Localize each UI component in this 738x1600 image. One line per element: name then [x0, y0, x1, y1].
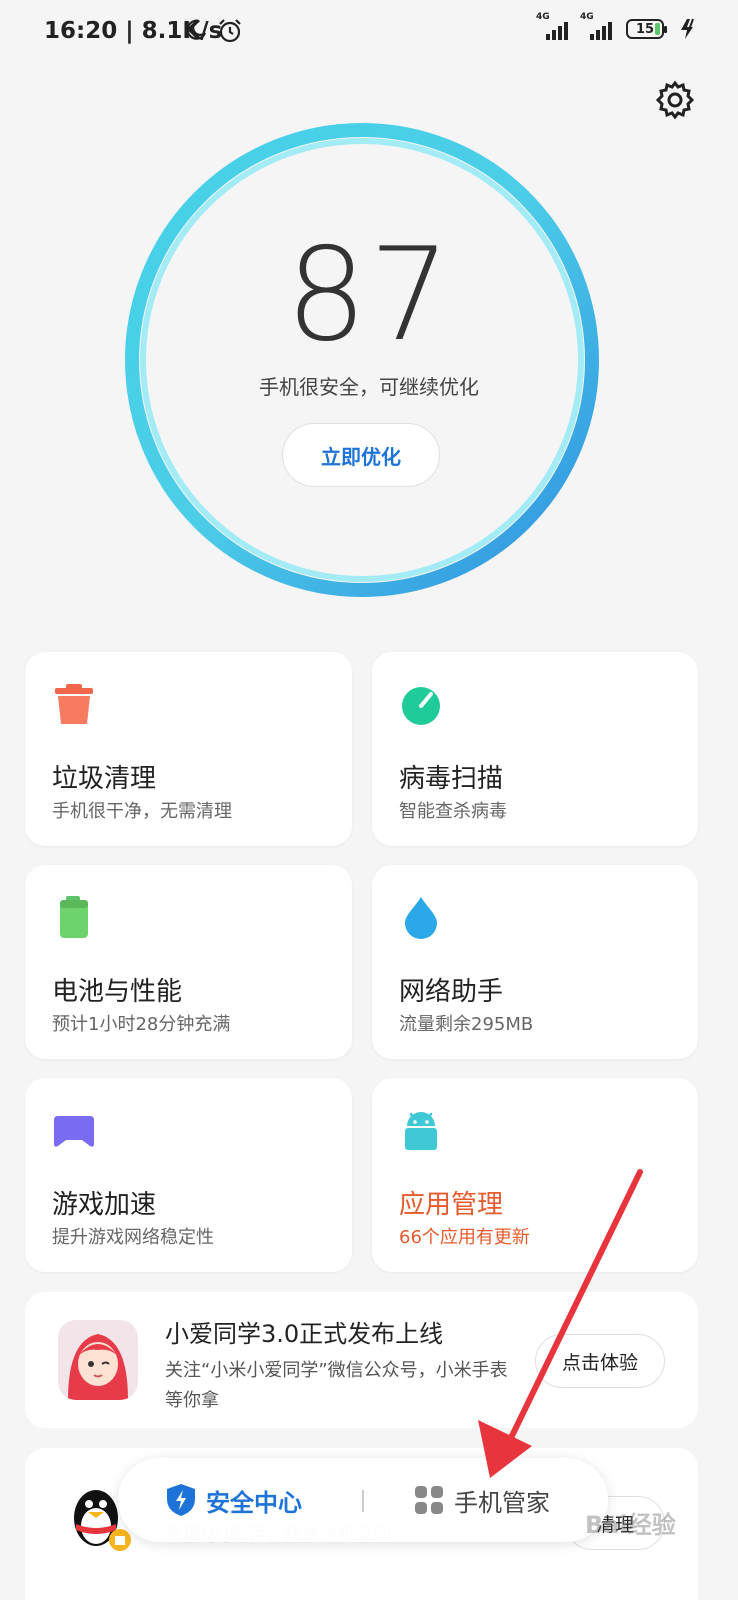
card-subtitle: 预计1小时28分钟充满	[52, 1014, 231, 1035]
tab-label: 安全中心	[206, 1488, 302, 1517]
card-title: 游戏加速	[52, 1190, 157, 1220]
card-title: 垃圾清理	[52, 764, 157, 794]
card-app-management[interactable]: 应用管理 66个应用有更新	[372, 1078, 698, 1272]
moon-icon	[186, 19, 207, 40]
xiaoai-avatar	[58, 1320, 138, 1400]
grid-apps-icon	[415, 1486, 443, 1514]
battery-icon	[60, 896, 88, 938]
shield-icon	[167, 1484, 195, 1516]
card-subtitle: 66个应用有更新	[399, 1227, 530, 1248]
promo-description: 关注“小米小爱同学”微信公众号，小米手表等你拿	[165, 1360, 508, 1411]
tab-label: 手机管家	[454, 1488, 550, 1517]
droplet-icon	[405, 897, 437, 939]
card-subtitle: 流量剩余295MB	[399, 1014, 534, 1035]
card-title: 网络助手	[399, 977, 504, 1007]
tab-security-center[interactable]: 安全中心	[166, 1458, 302, 1542]
signal-sim2-icon: 4G	[580, 12, 612, 40]
card-network-assistant[interactable]: 网络助手 流量剩余295MB	[372, 865, 698, 1059]
card-title: 应用管理	[399, 1190, 504, 1220]
score-subtitle: 手机很安全，可继续优化	[259, 375, 479, 399]
promo-title: 小爱同学3.0正式发布上线	[165, 1320, 444, 1348]
card-subtitle: 提升游戏网络稳定性	[52, 1227, 214, 1248]
card-title: 电池与性能	[52, 977, 183, 1007]
bottom-tab-bar: 安全中心 手机管家	[118, 1458, 608, 1542]
security-score: 87	[285, 221, 453, 370]
gamepad-icon	[54, 1116, 94, 1147]
card-virus-scan[interactable]: 病毒扫描 智能查杀病毒	[372, 652, 698, 846]
try-now-button[interactable]: 点击体验	[535, 1334, 665, 1388]
card-subtitle: 智能查杀病毒	[399, 801, 507, 822]
divider	[362, 1490, 364, 1512]
card-game-boost[interactable]: 游戏加速 提升游戏网络稳定性	[25, 1078, 352, 1272]
scan-icon	[402, 687, 440, 725]
settings-gear-icon[interactable]	[655, 80, 695, 120]
optimize-now-button[interactable]: 立即优化	[282, 423, 440, 487]
watermark: Bai经验	[585, 1511, 676, 1539]
card-battery-performance[interactable]: 电池与性能 预计1小时28分钟充满	[25, 865, 352, 1059]
alarm-icon	[219, 19, 241, 43]
card-title: 病毒扫描	[399, 764, 504, 794]
card-subtitle: 手机很干净，无需清理	[52, 801, 232, 822]
card-junk-cleanup[interactable]: 垃圾清理 手机很干净，无需清理	[25, 652, 352, 846]
signal-sim1-icon: 4G	[536, 12, 568, 40]
charging-icon	[681, 18, 694, 39]
tab-phone-manager[interactable]: 手机管家	[414, 1458, 550, 1542]
android-icon	[405, 1112, 437, 1150]
battery-status-icon: 15	[626, 19, 667, 39]
status-bar: 16:20 | 8.1K/s 4G 4G 15	[0, 0, 738, 70]
promo-xiaoai[interactable]: 小爱同学3.0正式发布上线 关注“小米小爱同学”微信公众号，小米手表等你拿 点击…	[25, 1292, 698, 1428]
trash-icon	[55, 684, 93, 724]
